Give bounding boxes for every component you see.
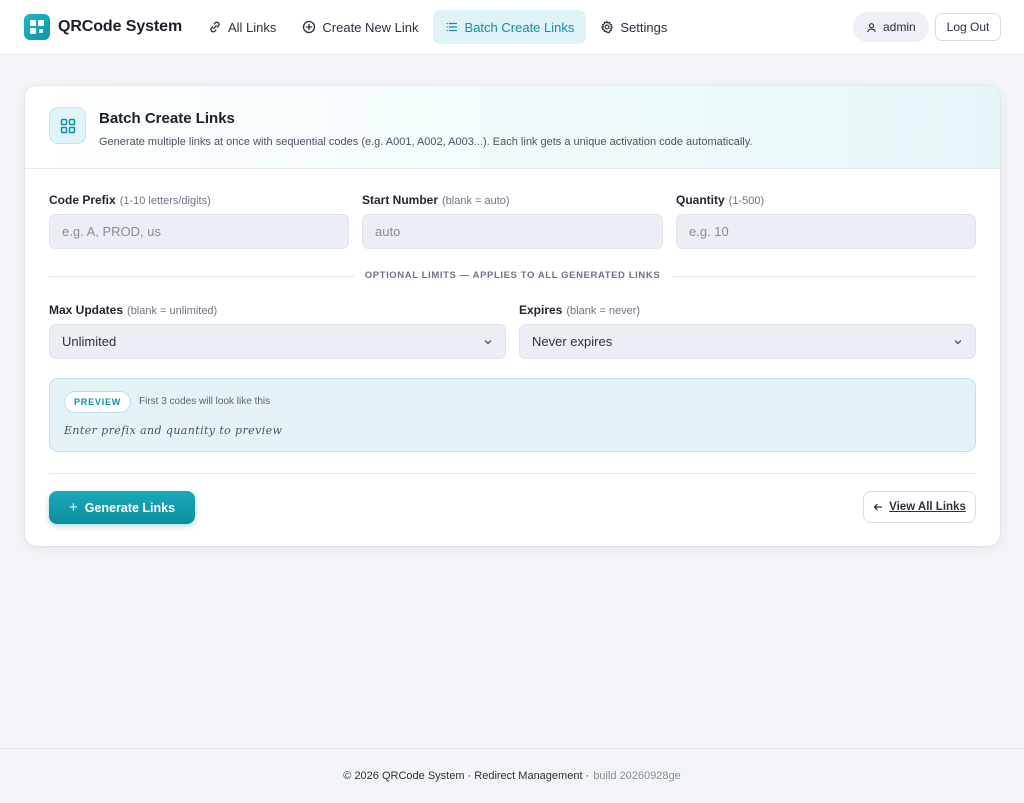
- start-number-label: Start Number (blank = auto): [362, 193, 510, 207]
- user-chip[interactable]: admin: [853, 12, 929, 42]
- top-navbar: QRCode System All Links Create New Link …: [0, 0, 1024, 55]
- code-prefix-label-text: Code Prefix: [49, 193, 116, 207]
- start-number-label-text: Start Number: [362, 193, 439, 207]
- quantity-hint: (1-500): [728, 195, 765, 207]
- expires-label: Expires (blank = never): [519, 303, 640, 317]
- nav-item-label: Batch Create Links: [464, 19, 575, 35]
- start-number-hint: (blank = auto): [442, 195, 510, 207]
- logout-button[interactable]: Log Out: [935, 13, 1001, 41]
- max-updates-label-text: Max Updates: [49, 303, 124, 317]
- nav-item-create-new-link[interactable]: Create New Link: [290, 10, 430, 44]
- plus-circle-icon: [303, 20, 316, 34]
- max-updates-select[interactable]: Unlimited: [49, 324, 506, 359]
- nav-item-label: Create New Link: [322, 19, 419, 35]
- optional-limits-divider: OPTIONAL LIMITS — APPLIES TO ALL GENERAT…: [49, 266, 976, 286]
- arrow-left-icon: [873, 503, 883, 511]
- quantity-label: Quantity (1-500): [676, 193, 764, 207]
- link-icon: [210, 21, 220, 33]
- card-header: Batch Create Links Generate multiple lin…: [25, 86, 1000, 169]
- quantity-label-text: Quantity: [676, 193, 725, 207]
- expires-select[interactable]: Never expires: [519, 324, 976, 359]
- code-prefix-input[interactable]: [49, 214, 349, 249]
- expires-value: Never expires: [532, 334, 613, 349]
- brand-name: QRCode System: [58, 18, 183, 35]
- user-name: admin: [883, 20, 916, 34]
- gear-icon: [601, 20, 614, 34]
- chevron-down-icon: [954, 339, 962, 344]
- nav-item-all-links[interactable]: All Links: [196, 10, 288, 44]
- nav-item-batch-create-links[interactable]: Batch Create Links: [432, 10, 587, 44]
- main-nav: All Links Create New Link Batch Create L…: [196, 10, 679, 44]
- footer-text: © 2026 QRCode System · Redirect Manageme…: [343, 770, 590, 782]
- view-all-links-button[interactable]: View All Links: [863, 491, 976, 523]
- user-icon: [867, 22, 876, 32]
- preview-placeholder: Enter prefix and quantity to preview: [64, 424, 283, 437]
- card-description: Generate multiple links at once with seq…: [99, 136, 753, 148]
- preview-note: First 3 codes will look like this: [139, 396, 271, 407]
- max-updates-value: Unlimited: [62, 334, 117, 349]
- max-updates-label: Max Updates (blank = unlimited): [49, 303, 217, 317]
- plus-icon: +: [68, 499, 78, 516]
- preview-badge: PREVIEW: [64, 391, 132, 413]
- nav-item-settings[interactable]: Settings: [588, 10, 679, 44]
- card-title: Batch Create Links: [99, 110, 235, 127]
- code-prefix-label: Code Prefix (1-10 letters/digits): [49, 193, 211, 207]
- brand[interactable]: QRCode System: [24, 14, 182, 40]
- expires-hint: (blank = never): [566, 305, 641, 317]
- build-version: build 20260928ge: [593, 770, 681, 782]
- generate-links-button[interactable]: + Generate Links: [49, 491, 195, 524]
- batch-create-card: Batch Create Links Generate multiple lin…: [25, 86, 1000, 546]
- chevron-down-icon: [484, 339, 492, 344]
- actions-divider: [49, 473, 976, 474]
- max-updates-hint: (blank = unlimited): [127, 305, 218, 317]
- view-all-links-label: View All Links: [889, 501, 966, 513]
- nav-item-label: All Links: [228, 19, 277, 35]
- generate-links-label: Generate Links: [84, 500, 176, 515]
- start-number-input[interactable]: [362, 214, 663, 249]
- list-icon: [446, 22, 457, 32]
- expires-label-text: Expires: [519, 303, 563, 317]
- divider-text: OPTIONAL LIMITS — APPLIES TO ALL GENERAT…: [364, 270, 661, 281]
- quantity-input[interactable]: [676, 214, 976, 249]
- qrcode-logo-icon: [24, 14, 50, 40]
- preview-box: PREVIEW First 3 codes will look like thi…: [49, 378, 976, 452]
- page-footer: © 2026 QRCode System · Redirect Manageme…: [0, 748, 1024, 803]
- code-prefix-hint: (1-10 letters/digits): [119, 195, 211, 207]
- nav-item-label: Settings: [620, 19, 668, 35]
- grid-icon: [49, 107, 86, 144]
